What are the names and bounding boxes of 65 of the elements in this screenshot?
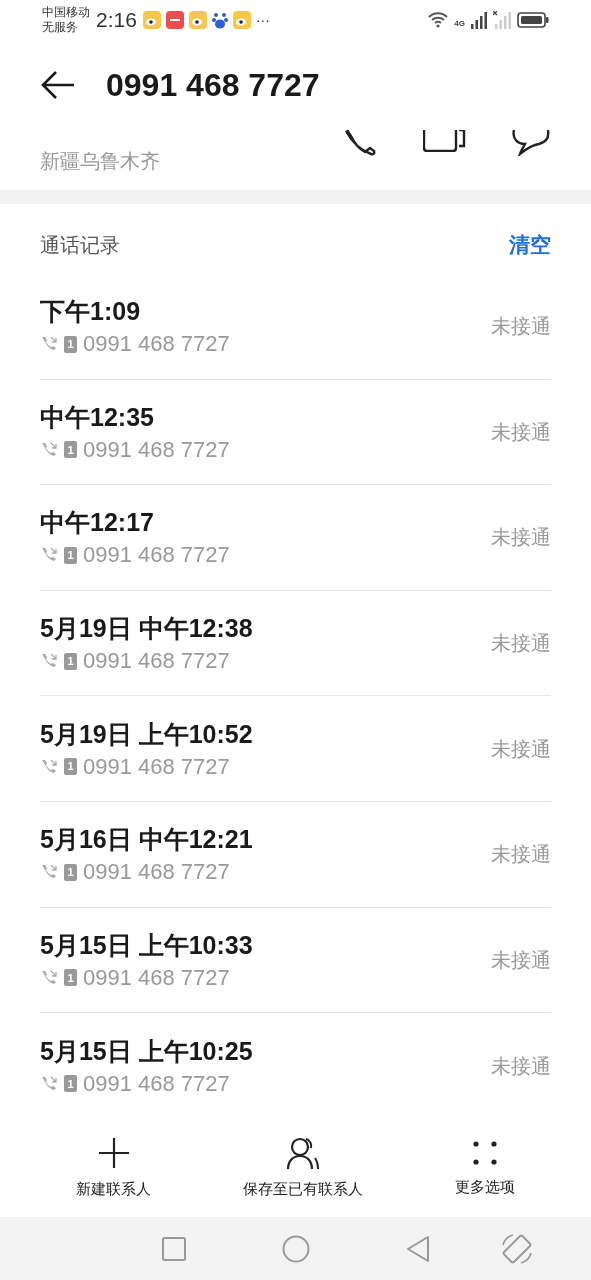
call-number: 0991 468 7727 [83, 859, 230, 886]
signal-icon [471, 11, 487, 29]
sim-badge: 1 [64, 758, 77, 776]
action-button[interactable]: 更多选项 [455, 1137, 515, 1198]
message-icon[interactable] [511, 130, 551, 156]
sim-badge: 1 [64, 652, 77, 670]
missed-call-icon [40, 1074, 58, 1093]
carrier-name: 中国移动 [42, 5, 90, 20]
no-signal-icon [493, 11, 511, 29]
home-icon[interactable] [281, 1234, 310, 1263]
missed-call-icon [40, 968, 58, 987]
call-time: 5月19日 上午10:52 [40, 718, 253, 750]
call-status: 未接通 [491, 947, 551, 973]
app-icon [165, 11, 184, 29]
call-time: 5月16日 中午12:21 [40, 824, 253, 856]
sim-badge: 1 [64, 1075, 77, 1093]
call-status: 未接通 [491, 419, 551, 445]
call-number: 0991 468 7727 [83, 331, 230, 358]
sim-badge: 1 [64, 547, 77, 564]
app-icon [232, 11, 251, 29]
call-time: 中午12:17 [40, 507, 155, 539]
more-notifications: ··· [255, 10, 270, 30]
call-status: 未接通 [491, 1053, 551, 1079]
call-time: 下午1:09 [40, 296, 142, 328]
call-number: 0991 468 7727 [83, 753, 230, 780]
plus-icon [96, 1135, 131, 1170]
call-time: 5月15日 上午10:25 [40, 1035, 253, 1067]
recents-icon[interactable] [161, 1236, 186, 1261]
call-time: 中午12:35 [40, 401, 155, 433]
network-type: 4G [454, 18, 465, 30]
call-number: 0991 468 7727 [83, 1070, 230, 1097]
call-time: 5月15日 上午10:33 [40, 929, 253, 961]
location-text: 新疆乌鲁木齐 [40, 149, 160, 174]
call-number: 0991 468 7727 [83, 436, 230, 463]
call-status: 未接通 [491, 736, 551, 762]
call-number: 0991 468 7727 [83, 964, 230, 991]
action-button[interactable]: 保存至已有联系人 [243, 1135, 363, 1200]
clear-button[interactable]: 清空 [509, 228, 551, 260]
call-time: 5月19日 中午12:38 [40, 613, 253, 645]
missed-call-icon [40, 440, 58, 459]
sim-badge: 1 [64, 969, 77, 987]
app-icon [188, 11, 207, 29]
sim-badge: 1 [64, 863, 77, 881]
phone-number-title: 0991 468 7727 [106, 66, 320, 105]
person-icon [285, 1135, 321, 1170]
back-icon[interactable] [405, 1234, 430, 1263]
section-title: 通话记录 [40, 233, 120, 258]
call-status: 未接通 [491, 631, 551, 657]
call-number: 0991 468 7727 [83, 648, 230, 675]
sim-badge: 1 [64, 441, 77, 459]
action-button[interactable]: 新建联系人 [76, 1135, 151, 1200]
back-arrow-icon[interactable] [40, 70, 76, 100]
call-status: 未接通 [491, 842, 551, 868]
battery-icon [517, 12, 549, 28]
service-status: 无服务 [42, 20, 79, 35]
clock: 2:16 [96, 7, 137, 34]
wifi-icon [428, 12, 449, 28]
paw-icon [211, 11, 228, 29]
call-status: 未接通 [491, 314, 551, 340]
call-status: 未接通 [491, 525, 551, 551]
call-number: 0991 468 7727 [83, 542, 230, 569]
sim-badge: 1 [64, 335, 77, 353]
missed-call-icon [40, 757, 58, 776]
video-icon[interactable] [423, 130, 467, 152]
app-icon [142, 11, 161, 29]
